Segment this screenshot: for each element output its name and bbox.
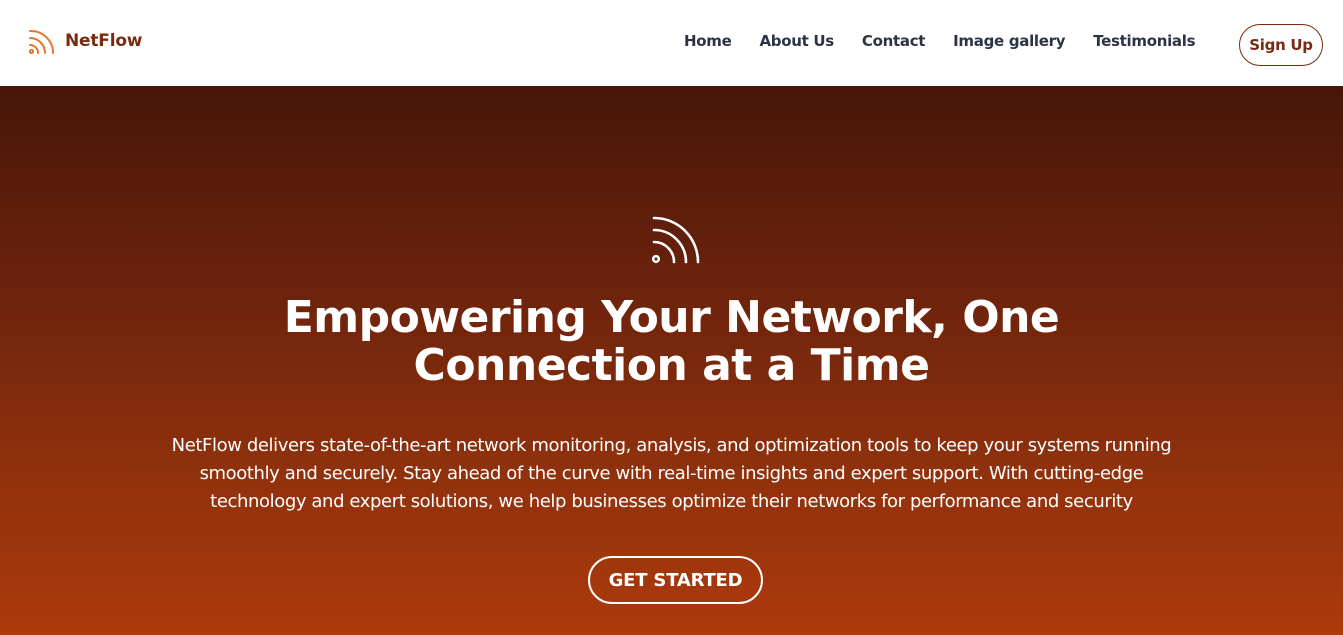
nav-home[interactable]: Home	[684, 30, 732, 52]
navbar: NetFlow Home About Us Contact Image gall…	[0, 0, 1343, 86]
rss-wave-icon	[651, 216, 700, 264]
nav-about-us[interactable]: About Us	[759, 30, 834, 52]
brand-logo[interactable]: NetFlow	[27, 26, 143, 56]
brand-name: NetFlow	[65, 31, 143, 51]
nav-contact[interactable]: Contact	[862, 30, 926, 52]
rss-wave-icon	[28, 29, 55, 55]
nav-image-gallery[interactable]: Image gallery	[953, 30, 1065, 52]
main-nav: Home About Us Contact Image gallery Test…	[684, 30, 1196, 52]
hero-section: Empowering Your Network, One Connection …	[0, 86, 1343, 635]
get-started-button[interactable]: GET STARTED	[588, 556, 763, 604]
hero-title: Empowering Your Network, One Connection …	[283, 292, 1060, 391]
sign-up-button[interactable]: Sign Up	[1239, 24, 1323, 66]
hero-description: NetFlow delivers state-of-the-art networ…	[171, 435, 1172, 512]
nav-testimonials[interactable]: Testimonials	[1093, 30, 1195, 52]
